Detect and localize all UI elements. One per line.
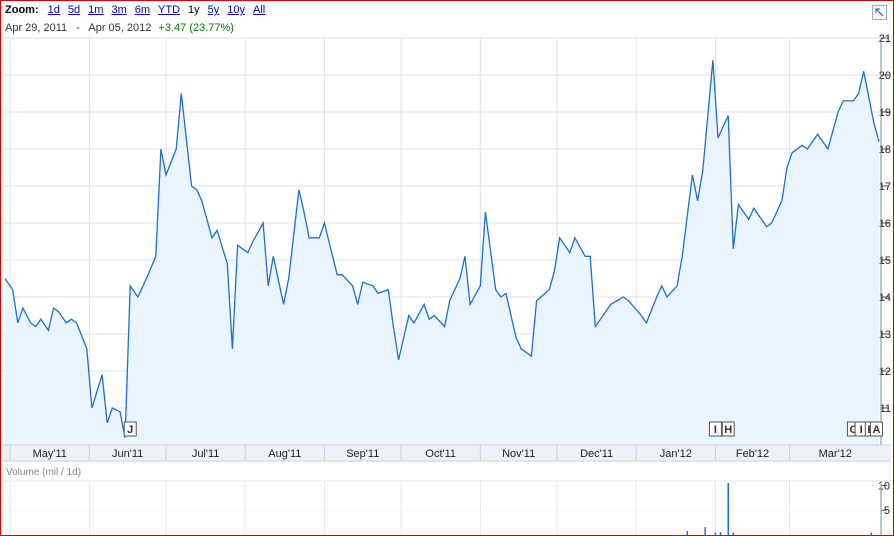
x-tick-label: Oct'11 bbox=[425, 448, 456, 460]
event-marker-label: I bbox=[860, 424, 863, 436]
volume-bars bbox=[686, 483, 873, 535]
volume-bar bbox=[719, 532, 722, 535]
x-tick-label: Jul'11 bbox=[192, 448, 220, 460]
volume-label: Volume (mil / 1d) bbox=[6, 467, 81, 478]
volume-y-axis: 5 10 bbox=[878, 480, 890, 535]
x-tick-label: Aug'11 bbox=[268, 448, 301, 460]
x-tick-label: Jan'12 bbox=[660, 448, 692, 460]
volume-bar bbox=[732, 532, 735, 535]
event-marker: J bbox=[123, 421, 137, 437]
x-tick-label: Dec'11 bbox=[580, 448, 613, 460]
event-marker-label: H bbox=[724, 424, 732, 436]
event-marker-label: A bbox=[872, 424, 880, 436]
event-marker-label: J bbox=[127, 424, 133, 436]
event-marker-label: I bbox=[714, 424, 717, 436]
volume-bar bbox=[727, 483, 729, 535]
chart-widget: Zoom: 1d 5d 1m 3m 6m YTD 1y 5y 10y All Apr 29, 20… bbox=[0, 0, 894, 536]
x-tick-label: Mar'12 bbox=[819, 448, 852, 460]
volume-tick-label: 10 bbox=[878, 480, 890, 492]
volume-bar bbox=[870, 532, 873, 535]
volume-bar bbox=[714, 532, 717, 535]
event-marker: A bbox=[869, 421, 883, 437]
volume-bar bbox=[686, 531, 689, 535]
volume-bar bbox=[704, 527, 706, 535]
x-tick-label: Sep'11 bbox=[346, 448, 379, 460]
price-chart: 1112131415161718192021 JIHCIBA May'11Jun… bbox=[3, 33, 891, 535]
event-marker: H bbox=[721, 421, 735, 437]
volume-tick-label: 5 bbox=[884, 505, 890, 517]
event-marker: I bbox=[708, 421, 722, 437]
x-tick-label: Jun'11 bbox=[112, 448, 143, 460]
x-tick-label: May'11 bbox=[33, 448, 67, 460]
volume-grid bbox=[3, 481, 881, 535]
x-tick-label: Feb'12 bbox=[736, 448, 769, 460]
x-tick-label: Nov'11 bbox=[502, 448, 535, 460]
